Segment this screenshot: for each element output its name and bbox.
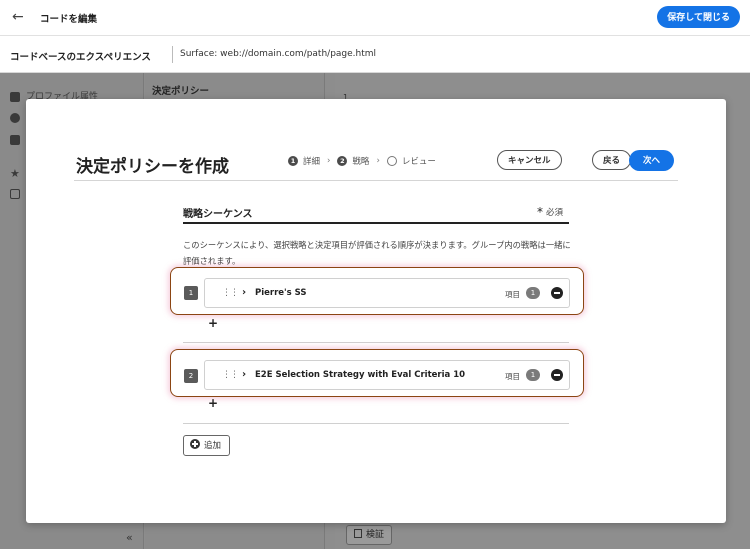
strategy-card[interactable]: ⋮⋮ › E2E Selection Strategy with Eval Cr…: [204, 360, 570, 390]
step-details: 1 詳細: [288, 155, 320, 167]
save-and-close-button[interactable]: 保存して閉じる: [657, 6, 740, 28]
remove-icon[interactable]: [551, 287, 563, 299]
next-button[interactable]: 次へ: [629, 150, 675, 171]
page-title: コードを編集: [40, 14, 98, 25]
add-to-group-icon[interactable]: +: [208, 396, 218, 410]
top-bar: ← コードを編集 保存して閉じる: [0, 0, 750, 36]
remove-icon[interactable]: [551, 369, 563, 381]
strategy-card[interactable]: ⋮⋮ › Pierre's SS 項目 1: [204, 278, 570, 308]
image-icon: [10, 189, 20, 199]
items-count-badge: 1: [526, 369, 540, 381]
grid-icon: [10, 135, 20, 145]
verify-button[interactable]: 検証: [346, 525, 393, 545]
step-3-indicator: [386, 156, 397, 166]
step-label: レビュー: [401, 157, 436, 167]
divider: [183, 423, 569, 424]
sidebar-item-2: [10, 113, 26, 124]
strategy-name: Pierre's SS: [255, 288, 307, 298]
stepper: 1 詳細 › 2 戦略 › レビュー: [288, 155, 436, 167]
step-label: 戦略: [352, 157, 370, 167]
divider: [183, 342, 569, 343]
create-decision-policy-dialog: 決定ポリシーを作成 1 詳細 › 2 戦略 › レビュー キャンセル 戻る 次へ…: [26, 99, 726, 523]
step-review: レビュー: [386, 155, 436, 167]
divider: [172, 46, 173, 63]
surface-label: Surface: web://domain.com/path/page.html: [180, 49, 377, 59]
section-title: 戦略シーケンス: [183, 209, 253, 220]
sidebar-item-3: [10, 135, 26, 146]
step-2-indicator: 2: [337, 156, 348, 166]
chevron-right-icon: ›: [376, 156, 380, 166]
add-button[interactable]: 追加: [183, 435, 231, 456]
strategy-group-2: 2 ⋮⋮ › E2E Selection Strategy with Eval …: [170, 349, 584, 397]
sidebar-item-4: ★: [10, 167, 20, 180]
user-icon: [10, 91, 20, 102]
add-to-group-icon[interactable]: +: [208, 316, 218, 330]
star-icon: ★: [10, 167, 20, 180]
items-label: 項目: [505, 290, 520, 299]
add-circle-icon: [190, 439, 200, 449]
document-icon: [354, 529, 362, 538]
items-label: 項目: [505, 372, 520, 381]
back-button[interactable]: 戻る: [592, 150, 632, 170]
drag-handle-icon[interactable]: ⋮⋮: [222, 288, 239, 298]
panel-title: 決定ポリシー: [152, 86, 210, 97]
section-description: このシーケンスにより、選択戦略と決定項目が評価される順序が決まります。グループ内…: [183, 240, 571, 266]
step-1-indicator: 1: [288, 156, 298, 166]
section-underline: [183, 222, 569, 224]
group-number: 2: [184, 369, 198, 383]
step-strategy: 2 戦略: [337, 155, 369, 167]
drag-handle-icon[interactable]: ⋮⋮: [222, 370, 239, 380]
chevron-right-icon: ›: [327, 156, 331, 166]
divider: [74, 180, 678, 181]
group-number: 1: [184, 286, 198, 300]
experience-title: コードベースのエクスペリエンス: [10, 52, 151, 63]
sub-header: コードベースのエクスペリエンス Surface: web://domain.co…: [0, 36, 750, 73]
dialog-title: 決定ポリシーを作成: [76, 157, 229, 177]
chevron-right-icon[interactable]: ›: [242, 287, 246, 298]
step-label: 詳細: [303, 157, 321, 167]
back-arrow-icon[interactable]: ←: [12, 9, 28, 25]
strategy-group-1: 1 ⋮⋮ › Pierre's SS 項目 1: [170, 267, 584, 315]
cancel-button[interactable]: キャンセル: [497, 150, 562, 170]
sidebar-item-5: [10, 189, 26, 200]
chevron-right-icon[interactable]: ›: [242, 369, 246, 380]
collapse-icon[interactable]: «: [126, 531, 133, 544]
strategy-name: E2E Selection Strategy with Eval Criteri…: [255, 370, 466, 380]
asterisk-icon: *: [537, 205, 543, 219]
items-count-badge: 1: [526, 287, 540, 299]
required-indicator: * 必須: [537, 205, 564, 219]
target-icon: [10, 113, 20, 123]
